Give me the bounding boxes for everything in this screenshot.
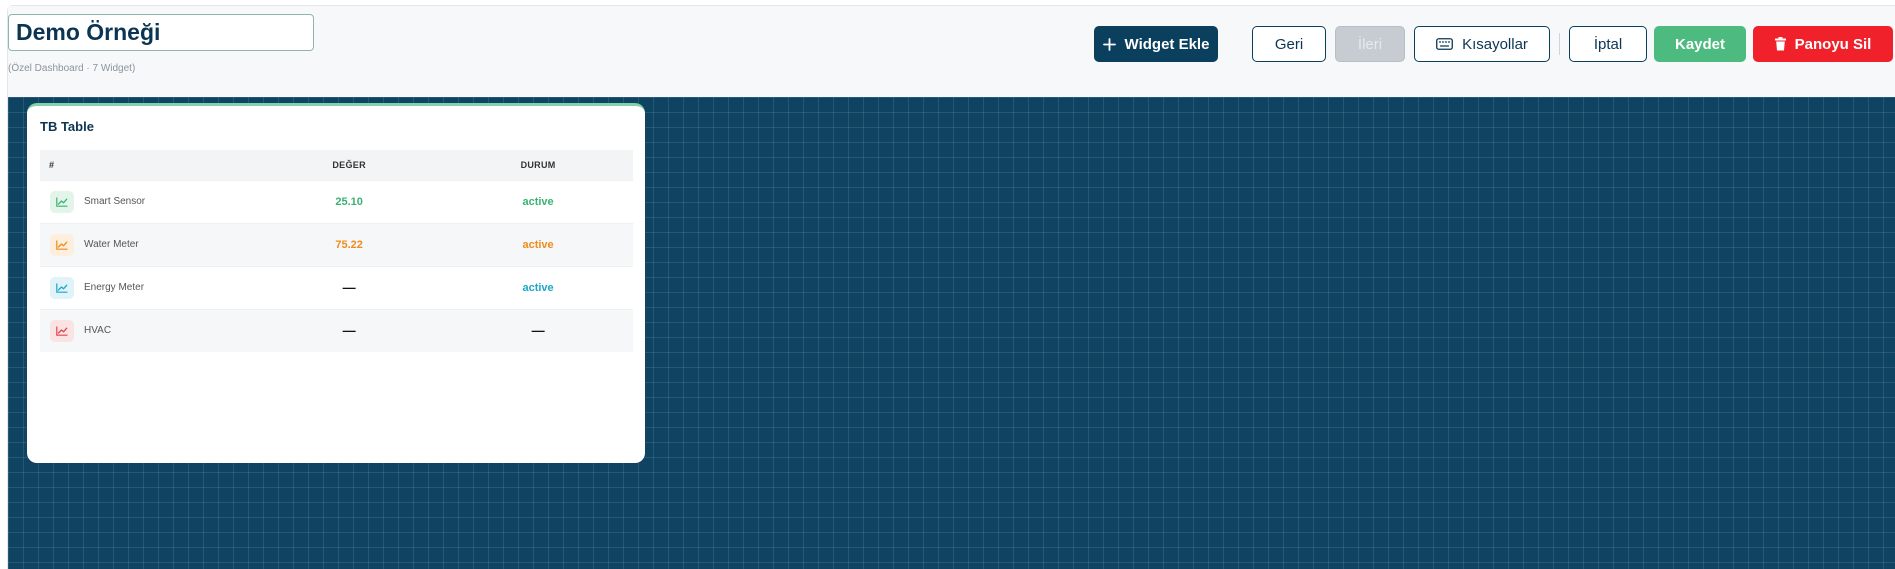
editor-header: (Özel Dashboard · 7 Widget) Widget Ekle … <box>8 6 1895 97</box>
row-value: 75.22 <box>335 238 363 251</box>
shortcuts-label: Kısayollar <box>1462 35 1528 53</box>
dashboard-editor: (Özel Dashboard · 7 Widget) Widget Ekle … <box>7 5 1895 569</box>
dashboard-title-input[interactable] <box>8 14 314 51</box>
row-status: active <box>522 195 554 208</box>
column-header-index: # <box>49 159 55 170</box>
dashboard-grid-canvas[interactable]: TB Table # DEĞER DURUM Smart Sensor 25.10… <box>8 97 1895 569</box>
chart-line-icon <box>50 276 74 299</box>
row-name: Water Meter <box>84 239 139 250</box>
table-row[interactable]: Water Meter 75.22 active <box>40 223 633 266</box>
table-row[interactable]: Smart Sensor 25.10 active <box>40 180 633 223</box>
row-name-cell: HVAC <box>40 309 146 352</box>
save-label: Kaydet <box>1674 35 1726 53</box>
back-button[interactable]: Geri <box>1252 26 1326 62</box>
toolbar-divider <box>1559 33 1560 55</box>
delete-board-button[interactable]: Panoyu Sil <box>1753 26 1893 62</box>
table-widget[interactable]: TB Table # DEĞER DURUM Smart Sensor 25.10… <box>27 103 645 463</box>
cancel-label: İptal <box>1593 35 1623 53</box>
row-name: HVAC <box>84 325 112 337</box>
add-widget-label: Widget Ekle <box>1124 35 1210 53</box>
table-row[interactable]: Energy Meter — active <box>40 266 633 309</box>
forward-button[interactable]: İleri <box>1335 26 1405 62</box>
back-label: Geri <box>1274 35 1304 53</box>
chart-line-icon <box>50 233 74 256</box>
row-value: 25.10 <box>335 195 363 208</box>
chart-line-icon <box>50 190 74 213</box>
dashboard-subtitle: (Özel Dashboard · 7 Widget) <box>8 63 136 74</box>
row-status: — <box>531 323 545 339</box>
save-button[interactable]: Kaydet <box>1654 26 1746 62</box>
row-name: Energy Meter <box>84 282 145 293</box>
row-status: active <box>522 281 554 294</box>
chart-line-icon <box>50 319 74 342</box>
widget-table: # DEĞER DURUM Smart Sensor 25.10 active Wat… <box>40 150 633 352</box>
row-name-cell: Water Meter <box>40 223 146 266</box>
add-widget-button[interactable]: Widget Ekle <box>1094 26 1218 62</box>
table-row[interactable]: HVAC — — <box>40 309 633 352</box>
row-name: Smart Sensor <box>84 196 146 207</box>
plus-icon <box>1102 37 1116 51</box>
widget-title: TB Table <box>40 119 94 134</box>
column-header-value: DEĞER <box>332 159 366 170</box>
shortcuts-button[interactable]: Kısayollar <box>1414 26 1550 62</box>
delete-board-label: Panoyu Sil <box>1794 35 1872 53</box>
row-status: active <box>522 238 554 251</box>
row-value: — <box>342 280 356 295</box>
forward-label: İleri <box>1357 35 1383 53</box>
keyboard-icon <box>1436 38 1453 50</box>
row-name-cell: Energy Meter <box>40 266 146 309</box>
trash-icon <box>1774 37 1786 51</box>
table-header-row: # DEĞER DURUM <box>40 150 633 180</box>
cancel-button[interactable]: İptal <box>1569 26 1647 62</box>
column-header-status: DURUM <box>520 159 556 170</box>
row-name-cell: Smart Sensor <box>40 180 146 223</box>
row-value: — <box>342 323 356 339</box>
